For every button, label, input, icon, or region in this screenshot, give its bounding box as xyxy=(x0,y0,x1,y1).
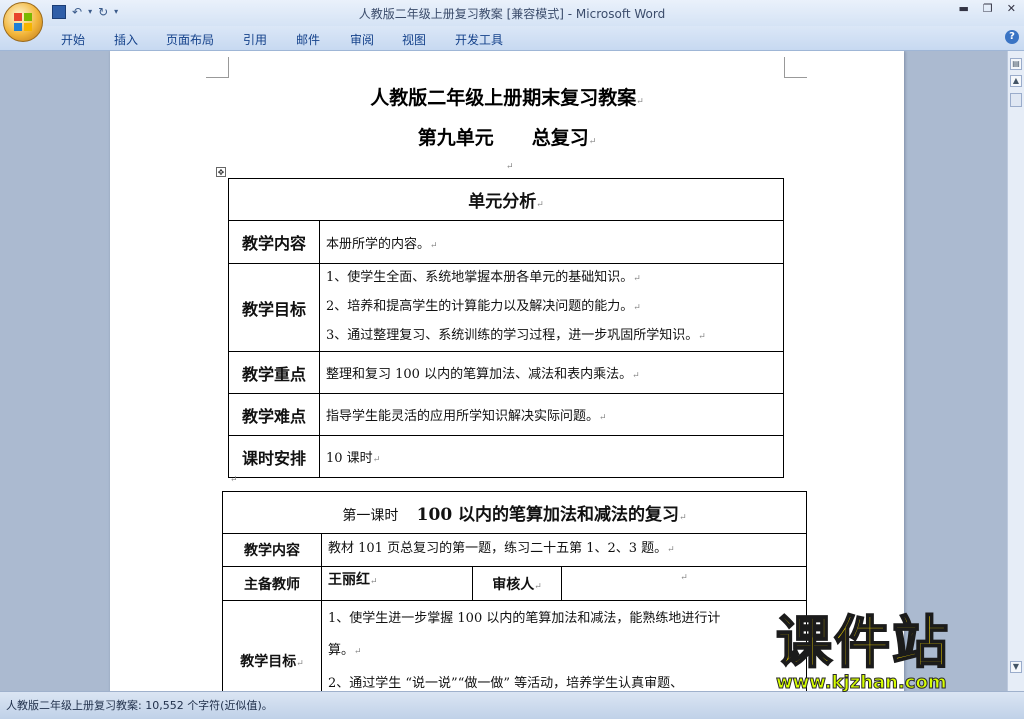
reviewer-label: 审核人↵ xyxy=(472,566,562,601)
row-label: 教学目标↵ xyxy=(222,600,322,691)
row-content: 教材 101 页总复习的第一题，练习二十五第 1、2、3 题。↵ xyxy=(321,533,807,567)
table-row: 教学重点 整理和复习 100 以内的笔算加法、减法和表内乘法。↵ xyxy=(228,351,784,394)
office-logo-icon xyxy=(14,13,32,31)
tab-developer[interactable]: 开发工具 xyxy=(455,31,503,48)
window-title: 人教版二年级上册复习教案 [兼容模式] - Microsoft Word xyxy=(358,7,666,21)
table-row: 教学难点 指导学生能灵活的应用所学知识解决实际问题。↵ xyxy=(228,393,784,436)
row-label: 主备教师 xyxy=(222,566,322,601)
status-text: 人教版二年级上册复习教案: 10,552 个字符(近似值)。 xyxy=(6,699,273,712)
tab-references[interactable]: 引用 xyxy=(243,31,267,48)
ribbon-tabs: 开始 插入 页面布局 引用 邮件 审阅 视图 开发工具 xyxy=(0,26,1024,51)
document-title: 人教版二年级上册期末复习教案↵ xyxy=(370,87,644,109)
restore-icon[interactable]: ❐ xyxy=(983,2,993,15)
tab-home[interactable]: 开始 xyxy=(61,31,85,48)
watermark-text: 课件站 xyxy=(775,611,950,677)
scroll-up-icon[interactable]: ▲ xyxy=(1010,75,1022,87)
crop-mark xyxy=(206,57,229,78)
reviewer-value: ↵ xyxy=(561,566,807,601)
lesson-header: 第一课时 100 以内的笔算加法和减法的复习↵ xyxy=(222,491,807,534)
lesson-table: 第一课时 100 以内的笔算加法和减法的复习↵ 教学内容 教材 101 页总复习… xyxy=(222,491,807,691)
table-row: 教学目标 1、使学生全面、系统地掌握本册各单元的基础知识。↵ 2、培养和提高学生… xyxy=(228,263,784,352)
row-content: 1、使学生进一步掌握 100 以内的笔算加法和减法，能熟练地进行计 算。↵ 2、… xyxy=(321,600,807,691)
tab-mailings[interactable]: 邮件 xyxy=(296,31,320,48)
watermark-url: www.kjzhan.com xyxy=(776,672,948,694)
table-row: 课时安排 10 课时↵ xyxy=(228,435,784,478)
row-label: 教学内容 xyxy=(228,220,320,264)
row-content: 整理和复习 100 以内的笔算加法、减法和表内乘法。↵ xyxy=(319,351,784,394)
table-row: 教学内容 教材 101 页总复习的第一题，练习二十五第 1、2、3 题。↵ xyxy=(222,533,807,567)
window-controls: ▬ ❐ ✕ xyxy=(959,2,1017,15)
tab-page-layout[interactable]: 页面布局 xyxy=(166,31,214,48)
teacher-name: 王丽红↵ xyxy=(321,566,473,601)
close-icon[interactable]: ✕ xyxy=(1007,2,1016,15)
tab-view[interactable]: 视图 xyxy=(402,31,426,48)
table-header: 单元分析↵ xyxy=(228,178,784,221)
row-content: 1、使学生全面、系统地掌握本册各单元的基础知识。↵ 2、培养和提高学生的计算能力… xyxy=(319,263,784,352)
table-row: 教学目标↵ 1、使学生进一步掌握 100 以内的笔算加法和减法，能熟练地进行计 … xyxy=(222,600,807,691)
row-label: 教学重点 xyxy=(228,351,320,394)
document-workspace: 人教版二年级上册期末复习教案↵ 第九单元 总复习↵ ↵ ✥ 单元分析↵ 教学内容 … xyxy=(0,51,1008,691)
table-row: 教学内容 本册所学的内容。↵ xyxy=(228,220,784,264)
row-content: 指导学生能灵活的应用所学知识解决实际问题。↵ xyxy=(319,393,784,436)
scroll-down-icon[interactable]: ▼ xyxy=(1010,661,1022,673)
row-label: 教学目标 xyxy=(228,263,320,352)
row-label: 教学内容 xyxy=(222,533,322,567)
crop-mark xyxy=(784,57,807,78)
title-bar: ↶ ▾ ↻ ▾ 人教版二年级上册复习教案 [兼容模式] - Microsoft … xyxy=(0,0,1024,26)
row-content: 本册所学的内容。↵ xyxy=(319,220,784,264)
row-label: 课时安排 xyxy=(228,435,320,478)
tab-insert[interactable]: 插入 xyxy=(114,31,138,48)
vertical-scrollbar[interactable]: ▤ ▲ ▼ xyxy=(1007,51,1024,691)
scroll-thumb[interactable] xyxy=(1010,93,1022,107)
office-button[interactable] xyxy=(3,2,43,42)
paragraph-mark: ↵ xyxy=(230,475,238,485)
unit-analysis-table: 单元分析↵ 教学内容 本册所学的内容。↵ 教学目标 1、使学生全面、系统地掌握本… xyxy=(228,178,784,478)
paragraph-mark: ↵ xyxy=(506,162,514,172)
minimize-icon[interactable]: ▬ xyxy=(959,2,969,15)
table-row: 主备教师 王丽红↵ 审核人↵ ↵ xyxy=(222,566,807,601)
tab-review[interactable]: 审阅 xyxy=(350,31,374,48)
status-bar: 人教版二年级上册复习教案: 10,552 个字符(近似值)。 xyxy=(0,691,1024,719)
row-content: 10 课时↵ xyxy=(319,435,784,478)
help-icon[interactable]: ? xyxy=(1005,30,1019,44)
ruler-toggle-icon[interactable]: ▤ xyxy=(1010,58,1022,70)
row-label: 教学难点 xyxy=(228,393,320,436)
document-subtitle: 第九单元 总复习↵ xyxy=(417,127,597,149)
table-move-handle-icon[interactable]: ✥ xyxy=(216,167,226,177)
watermark-logo: 课件站 www.kjzhan.com xyxy=(772,611,1008,694)
document-page[interactable]: 人教版二年级上册期末复习教案↵ 第九单元 总复习↵ ↵ ✥ 单元分析↵ 教学内容 … xyxy=(110,51,904,691)
